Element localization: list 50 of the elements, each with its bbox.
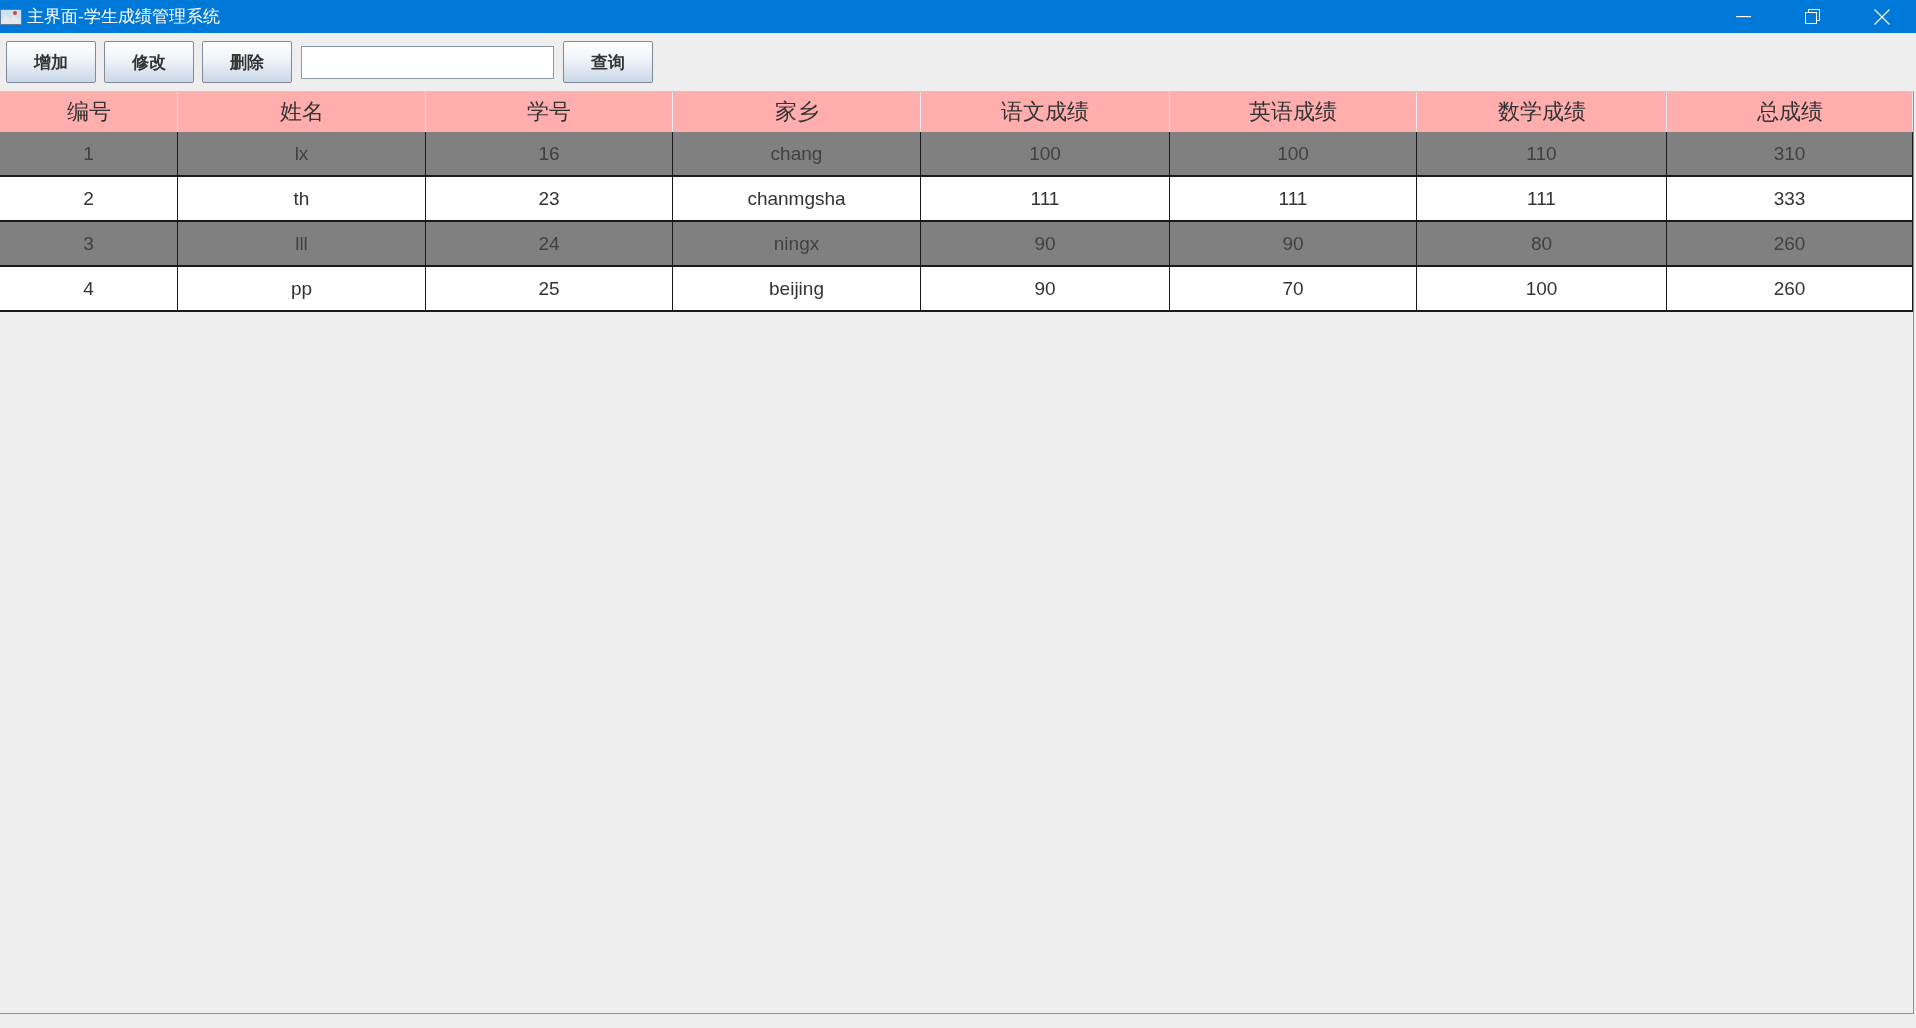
table-cell: 110	[1417, 132, 1667, 177]
table-cell: 23	[426, 177, 673, 222]
table-cell: 16	[426, 132, 673, 177]
table-cell: 90	[1170, 222, 1417, 267]
toolbar-button[interactable]: 删除	[202, 41, 292, 83]
table-cell: lll	[178, 222, 426, 267]
table-cell: 111	[1417, 177, 1667, 222]
window-title: 主界面-学生成绩管理系统	[27, 6, 220, 28]
column-header[interactable]: 英语成绩	[1170, 92, 1417, 132]
table-cell: 111	[921, 177, 1170, 222]
toolbar-button[interactable]: 增加	[6, 41, 96, 83]
column-header[interactable]: 姓名	[178, 92, 426, 132]
toolbar-button[interactable]: 修改	[104, 41, 194, 83]
table-cell: 4	[0, 267, 178, 312]
table-cell: th	[178, 177, 426, 222]
table-cell: 90	[921, 222, 1170, 267]
table-cell: 2	[0, 177, 178, 222]
column-header[interactable]: 学号	[426, 92, 673, 132]
table-cell: 1	[0, 132, 178, 177]
table-cell: 100	[921, 132, 1170, 177]
table-cell: 310	[1667, 132, 1913, 177]
table-cell: 3	[0, 222, 178, 267]
column-header[interactable]: 家乡	[673, 92, 921, 132]
table-cell: 100	[1417, 267, 1667, 312]
restore-icon	[1805, 9, 1820, 24]
minimize-icon	[1736, 15, 1751, 18]
table-cell: chanmgsha	[673, 177, 921, 222]
table-cell: pp	[178, 267, 426, 312]
table-cell: 80	[1417, 222, 1667, 267]
column-header[interactable]: 总成绩	[1667, 92, 1913, 132]
search-button[interactable]: 查询	[563, 41, 653, 83]
table-cell: 260	[1667, 222, 1913, 267]
table-cell: 111	[1170, 177, 1417, 222]
column-header[interactable]: 数学成绩	[1417, 92, 1667, 132]
table-cell: beijing	[673, 267, 921, 312]
table-cell: 24	[426, 222, 673, 267]
table-cell: ningx	[673, 222, 921, 267]
close-icon	[1873, 8, 1890, 25]
search-field[interactable]	[301, 45, 554, 79]
table-cell: 70	[1170, 267, 1417, 312]
table-cell: 333	[1667, 177, 1913, 222]
table-cell: 260	[1667, 267, 1913, 312]
table-cell: chang	[673, 132, 921, 177]
column-header[interactable]: 编号	[0, 92, 178, 132]
table-cell: 90	[921, 267, 1170, 312]
table-cell: 25	[426, 267, 673, 312]
app-icon	[0, 8, 22, 25]
table-cell: lx	[178, 132, 426, 177]
column-header[interactable]: 语文成绩	[921, 92, 1170, 132]
table-cell: 100	[1170, 132, 1417, 177]
